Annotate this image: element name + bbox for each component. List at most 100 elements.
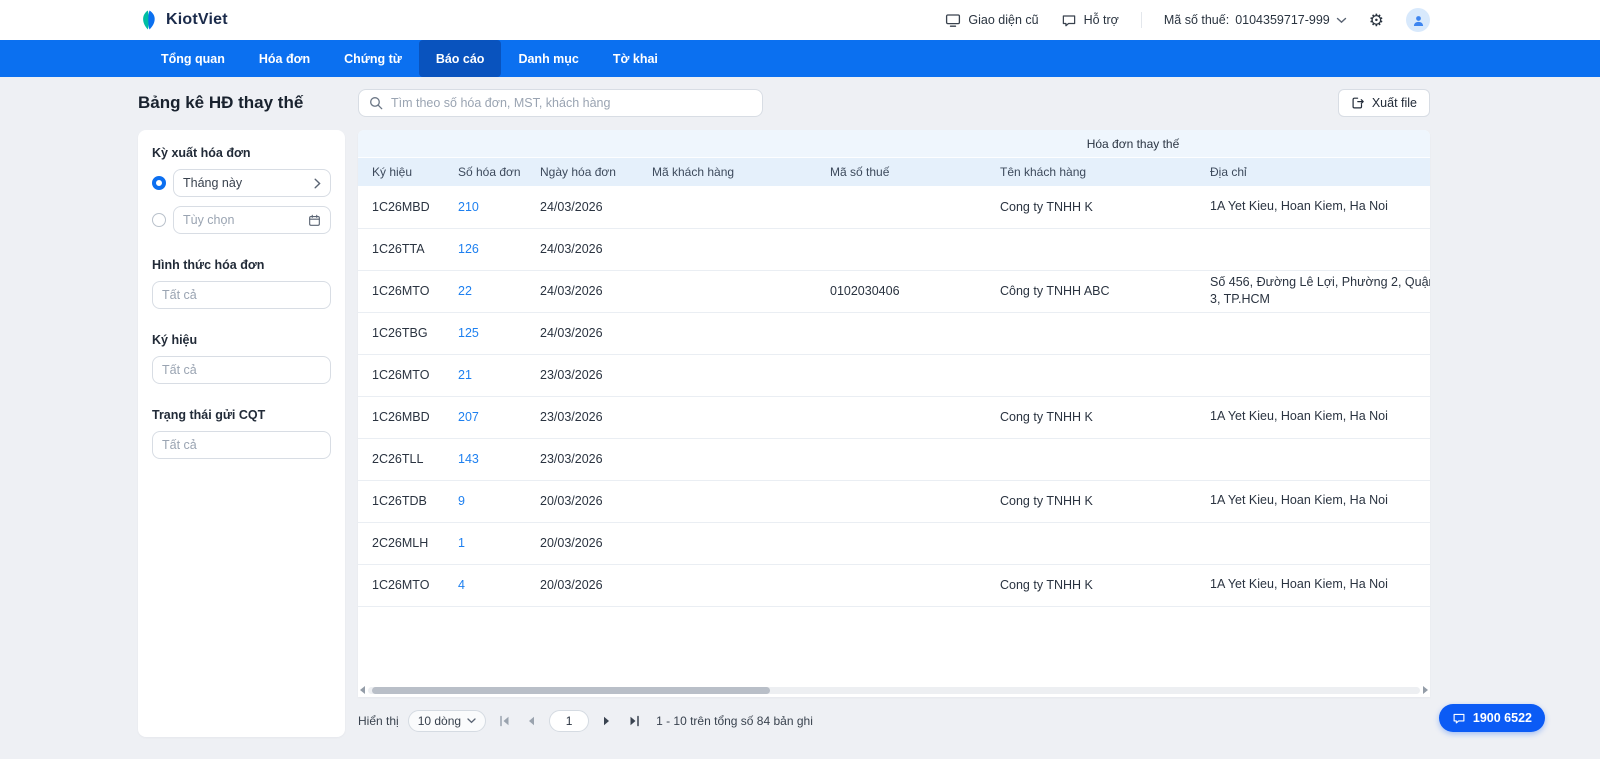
cell-ngay-hoa-don: 20/03/2026 xyxy=(540,522,652,565)
current-page-input[interactable] xyxy=(549,710,590,732)
invoice-number-link[interactable]: 22 xyxy=(458,284,472,298)
cell-ma-so-thue xyxy=(830,564,1000,607)
cell-so-hoa-don[interactable]: 126 xyxy=(458,228,540,271)
invoice-number-link[interactable]: 125 xyxy=(458,326,479,340)
support-link[interactable]: Hỗ trợ xyxy=(1061,13,1119,28)
user-avatar[interactable] xyxy=(1406,8,1430,32)
cell-ma-khach-hang xyxy=(652,480,830,523)
search-input[interactable] xyxy=(391,96,752,110)
radio-this-month[interactable] xyxy=(152,176,166,190)
chevron-right-icon xyxy=(314,178,321,189)
nav-tab-danh-muc[interactable]: Danh mục xyxy=(501,40,595,77)
symbol-filter-input[interactable] xyxy=(152,356,331,384)
cell-so-hoa-don[interactable]: 125 xyxy=(458,312,540,355)
cell-ngay-hoa-don: 20/03/2026 xyxy=(540,564,652,607)
horizontal-scrollbar xyxy=(360,686,1428,694)
cell-ngay-hoa-don: 24/03/2026 xyxy=(540,270,652,313)
table-row: 1C26MTO 4 20/03/2026 Cong ty TNHH K 1A Yet K… xyxy=(358,564,1430,607)
scroll-left-arrow-icon[interactable] xyxy=(360,686,365,694)
cell-so-hoa-don[interactable]: 9 xyxy=(458,480,540,523)
symbol-filter-label: Ký hiệu xyxy=(152,333,198,347)
cell-ngay-hoa-don: 24/03/2026 xyxy=(540,228,652,271)
cell-dia-chi xyxy=(1210,312,1430,355)
invoice-form-input[interactable] xyxy=(152,281,331,309)
period-custom-picker[interactable]: Tùy chọn xyxy=(173,206,331,234)
tax-id-label: Mã số thuế: xyxy=(1163,13,1230,27)
invoice-number-link[interactable]: 126 xyxy=(458,242,479,256)
cell-ky-hieu: 1C26MBD xyxy=(358,396,458,439)
scrollbar-thumb[interactable] xyxy=(372,686,770,694)
invoice-table-card: Hóa đơn thay thế Ký hiệu Số hóa đơn Ngày h… xyxy=(358,130,1430,697)
hotline-button[interactable]: 1900 6522 xyxy=(1438,704,1545,732)
kiotviet-logo[interactable]: KiotViet xyxy=(138,9,228,31)
cqt-status-label: Trạng thái gửi CQT xyxy=(152,408,266,422)
period-this-month-value: Tháng này xyxy=(183,176,243,190)
settings-gear-icon[interactable]: ⚙ xyxy=(1369,12,1384,29)
cell-ma-khach-hang xyxy=(652,186,830,229)
column-header: Địa chỉ xyxy=(1210,165,1247,179)
cell-ma-so-thue: 0102030406 xyxy=(830,270,1000,313)
table-header-row: Ký hiệu Số hóa đơn Ngày hóa đơn Mã khách hà… xyxy=(358,158,1430,186)
page-size-select[interactable]: 10 dòng xyxy=(407,710,487,732)
cell-ten-khach-hang: Cong ty TNHH K xyxy=(1000,396,1210,439)
table-row: 1C26MTO 21 23/03/2026 xyxy=(358,354,1430,397)
hotline-chat-icon xyxy=(1452,712,1466,725)
cell-ky-hieu: 1C26MTO xyxy=(358,564,458,607)
kiotviet-logo-icon xyxy=(138,9,159,31)
radio-custom-period[interactable] xyxy=(152,213,166,227)
export-file-button[interactable]: Xuất file xyxy=(1337,89,1430,117)
cell-ky-hieu: 1C26TDB xyxy=(358,480,458,523)
invoice-number-link[interactable]: 207 xyxy=(458,410,479,424)
table-row: 1C26MBD 210 24/03/2026 Cong ty TNHH K 1A Yet… xyxy=(358,186,1430,229)
cell-dia-chi xyxy=(1210,438,1430,481)
cell-so-hoa-don[interactable]: 207 xyxy=(458,396,540,439)
page-size-value: 10 dòng xyxy=(417,714,462,728)
scrollbar-track[interactable] xyxy=(368,686,1420,694)
cell-ma-so-thue xyxy=(830,186,1000,229)
nav-tab-hoa-don[interactable]: Hóa đơn xyxy=(242,40,327,77)
next-page-button[interactable] xyxy=(598,712,616,730)
cell-ma-so-thue xyxy=(830,312,1000,355)
tax-id-selector[interactable]: Mã số thuế: 0104359717-999 xyxy=(1164,13,1347,27)
cell-dia-chi: 1A Yet Kieu, Hoan Kiem, Ha Noi xyxy=(1210,396,1430,439)
invoice-number-link[interactable]: 4 xyxy=(458,578,465,592)
nav-tab-chung-tu[interactable]: Chứng từ xyxy=(327,40,419,77)
column-header: Tên khách hàng xyxy=(1000,165,1087,179)
period-this-month-select[interactable]: Tháng này xyxy=(173,169,331,197)
scroll-right-arrow-icon[interactable] xyxy=(1423,686,1428,694)
invoice-number-link[interactable]: 210 xyxy=(458,200,479,214)
cell-so-hoa-don[interactable]: 210 xyxy=(458,186,540,229)
invoice-number-link[interactable]: 143 xyxy=(458,452,479,466)
column-header: Ký hiệu xyxy=(372,165,413,179)
chevron-down-icon xyxy=(1336,17,1347,24)
export-label: Xuất file xyxy=(1371,96,1417,110)
cell-ma-so-thue xyxy=(830,438,1000,481)
nav-tab-tong-quan[interactable]: Tổng quan xyxy=(144,40,242,77)
cell-dia-chi xyxy=(1210,228,1430,271)
cell-so-hoa-don[interactable]: 143 xyxy=(458,438,540,481)
cell-so-hoa-don[interactable]: 4 xyxy=(458,564,540,607)
cqt-status-input[interactable] xyxy=(152,431,331,459)
invoice-number-link[interactable]: 21 xyxy=(458,368,472,382)
calendar-icon xyxy=(308,214,321,227)
previous-page-button[interactable] xyxy=(522,712,540,730)
cell-dia-chi: 1A Yet Kieu, Hoan Kiem, Ha Noi xyxy=(1210,480,1430,523)
nav-tab-to-khai[interactable]: Tờ khai xyxy=(596,40,675,77)
cell-so-hoa-don[interactable]: 1 xyxy=(458,522,540,565)
old-interface-link[interactable]: Giao diện cũ xyxy=(945,13,1039,28)
last-page-button[interactable] xyxy=(625,712,643,730)
cell-ngay-hoa-don: 20/03/2026 xyxy=(540,480,652,523)
cell-ky-hieu: 2C26MLH xyxy=(358,522,458,565)
cell-ma-khach-hang xyxy=(652,396,830,439)
invoice-number-link[interactable]: 9 xyxy=(458,494,465,508)
first-page-button[interactable] xyxy=(495,712,513,730)
invoice-number-link[interactable]: 1 xyxy=(458,536,465,550)
cell-so-hoa-don[interactable]: 22 xyxy=(458,270,540,313)
cell-dia-chi xyxy=(1210,354,1430,397)
cell-ma-khach-hang xyxy=(652,522,830,565)
cell-ten-khach-hang: Cong ty TNHH K xyxy=(1000,480,1210,523)
cell-ma-so-thue xyxy=(830,228,1000,271)
cell-ngay-hoa-don: 24/03/2026 xyxy=(540,312,652,355)
nav-tab-bao-cao[interactable]: Báo cáo xyxy=(418,40,502,77)
cell-so-hoa-don[interactable]: 21 xyxy=(458,354,540,397)
